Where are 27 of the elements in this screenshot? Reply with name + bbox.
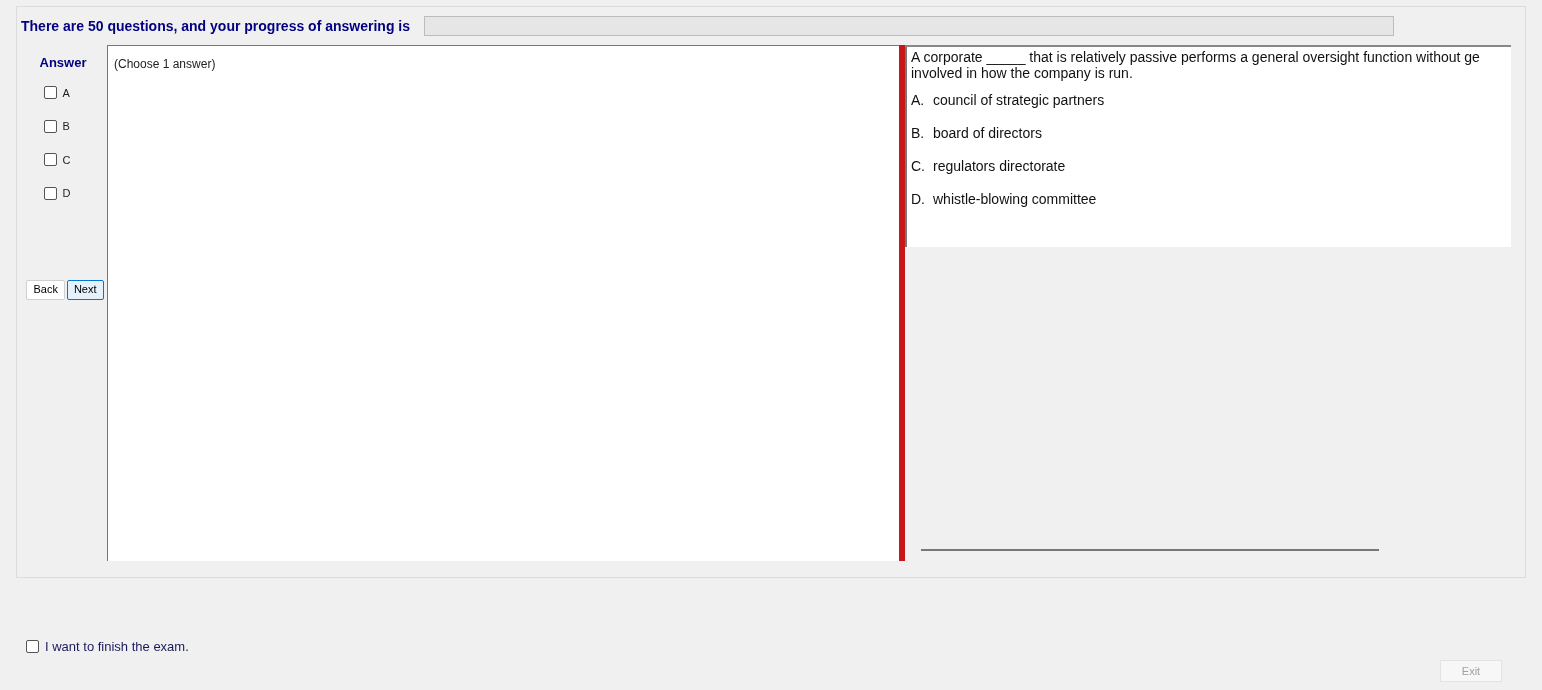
choice-letter: A. [911,91,926,109]
option-label: A [62,85,70,101]
scrollbar[interactable] [921,549,1379,551]
answer-hint: (Choose 1 answer) [114,57,216,71]
choice-letter: D. [911,190,926,208]
choice-text: board of directors [933,124,1042,142]
question-text: involved in how the company is run. [911,65,1134,81]
answer-checkbox[interactable] [43,119,57,133]
finish-checkbox[interactable] [26,639,39,653]
answer-checkbox[interactable] [43,186,57,200]
finish-label: I want to finish the exam. [45,637,189,656]
choice-letter: C. [911,157,926,175]
choice-text: council of strategic partners [933,91,1105,109]
back-button[interactable]: Back [26,279,65,300]
answer-title: Answer [39,54,87,72]
option-label: D [62,186,71,201]
option-label: C [62,152,71,168]
answer-text-area[interactable]: (Choose 1 answer) [107,45,899,561]
choice-letter: B. [911,124,926,142]
choice-text: whistle-blowing committee [933,190,1097,208]
progress-label: There are 50 questions, and your progress of answering is [21,16,410,36]
question-text: A corporate _____ that is relatively passive performs a general oversight function without ge [911,49,1481,65]
answer-checkbox[interactable] [43,86,57,100]
choice-text: regulators directorate [933,157,1066,175]
option-label: B [62,119,70,134]
answer-checkbox[interactable] [43,153,57,167]
next-button[interactable]: Next [66,279,104,300]
